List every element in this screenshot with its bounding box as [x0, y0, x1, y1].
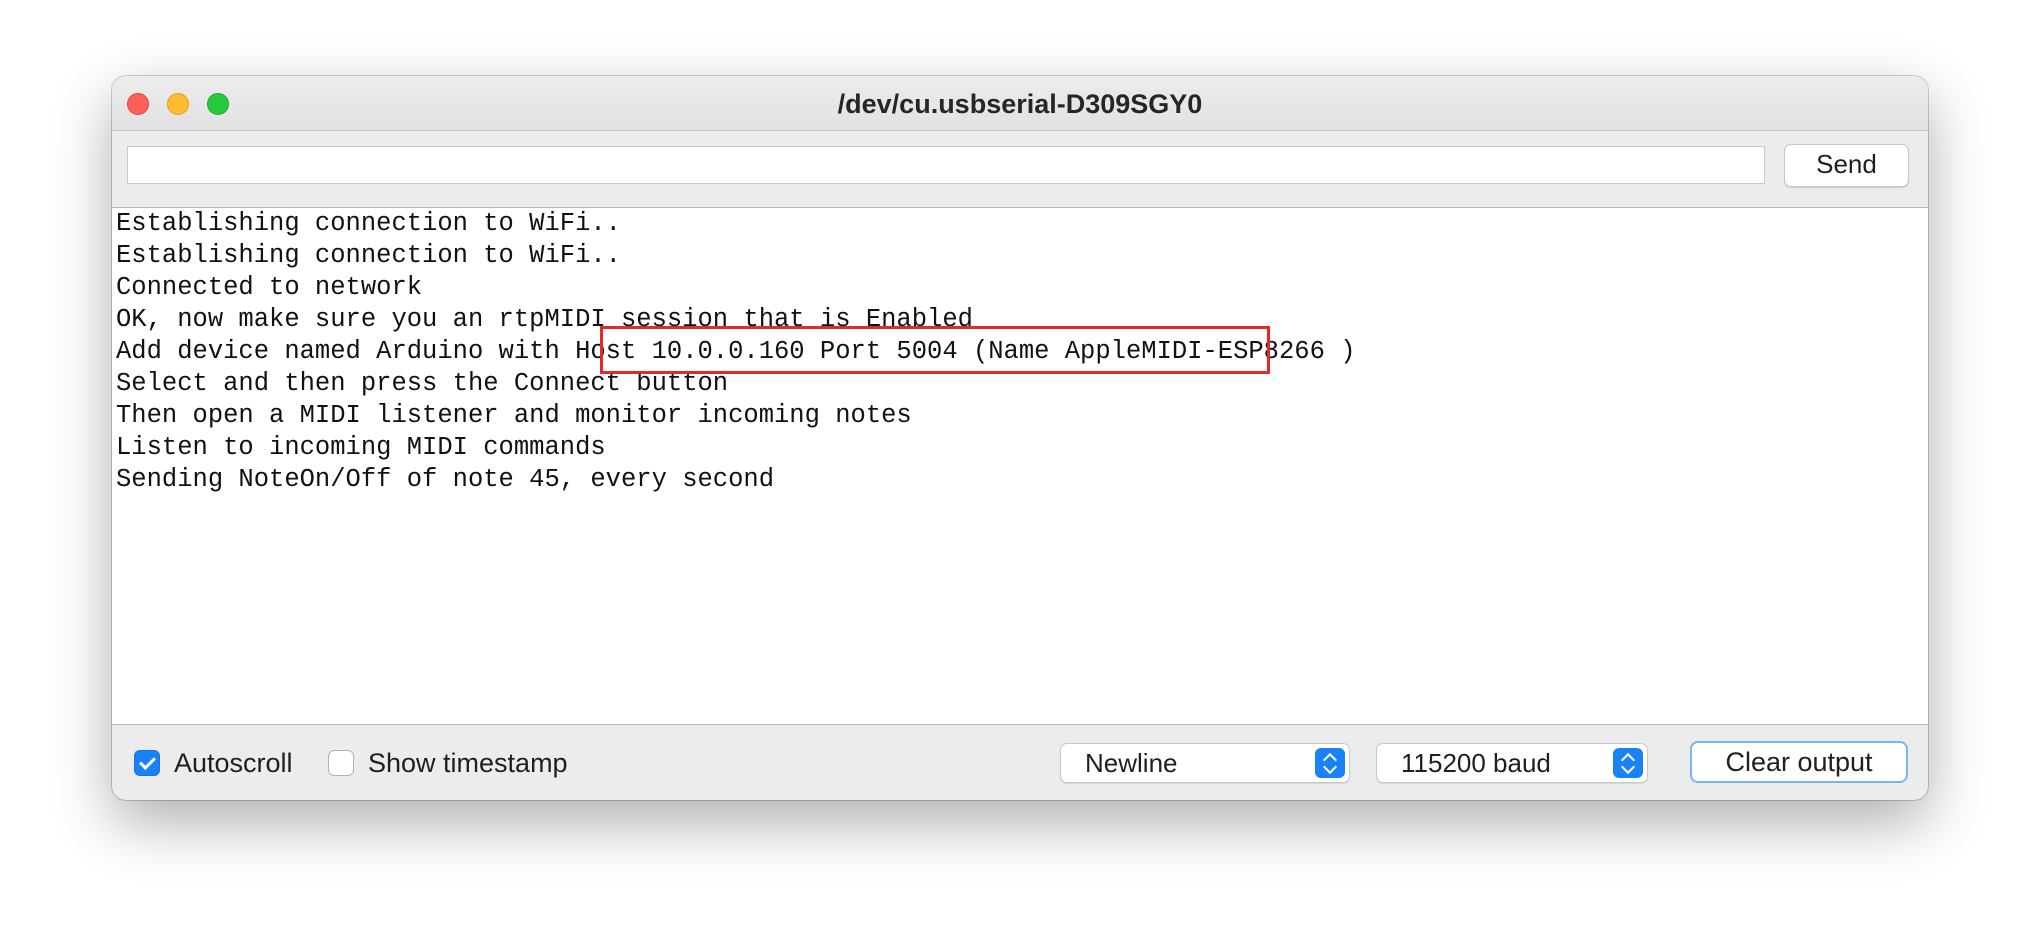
line-ending-select[interactable]: Newline [1060, 743, 1350, 783]
output-line: Sending NoteOn/Off of note 45, every sec… [116, 465, 775, 494]
show-timestamp-label[interactable]: Show timestamp [368, 748, 568, 779]
output-line: Then open a MIDI listener and monitor in… [116, 401, 912, 430]
clear-output-button[interactable]: Clear output [1690, 741, 1908, 783]
chevron-up-down-icon [1613, 748, 1643, 778]
chevron-up-down-icon [1315, 748, 1345, 778]
window-title: /dev/cu.usbserial-D309SGY0 [837, 89, 1203, 119]
autoscroll-label[interactable]: Autoscroll [174, 748, 293, 779]
send-button[interactable]: Send [1784, 144, 1909, 187]
output-line: Establishing connection to WiFi.. [116, 241, 621, 270]
line-ending-value: Newline [1085, 748, 1178, 778]
send-input[interactable] [127, 146, 1765, 184]
baud-rate-select[interactable]: 115200 baud [1376, 743, 1648, 783]
baud-rate-value: 115200 baud [1401, 748, 1551, 778]
serial-output[interactable]: Establishing connection to WiFi.. Establ… [112, 207, 1928, 725]
send-row: Send [112, 131, 1928, 201]
serial-monitor-window: /dev/cu.usbserial-D309SGY0 Send Establis… [112, 76, 1928, 800]
show-timestamp-checkbox[interactable] [328, 750, 354, 776]
output-line: Listen to incoming MIDI commands [116, 433, 606, 462]
footer-bar: Autoscroll Show timestamp Newline 115200… [112, 725, 1928, 800]
highlight-box [600, 326, 1270, 374]
autoscroll-checkbox[interactable] [134, 750, 160, 776]
output-line: Establishing connection to WiFi.. [116, 209, 621, 238]
title-bar: /dev/cu.usbserial-D309SGY0 [112, 76, 1928, 131]
output-line: Connected to network [116, 273, 423, 302]
